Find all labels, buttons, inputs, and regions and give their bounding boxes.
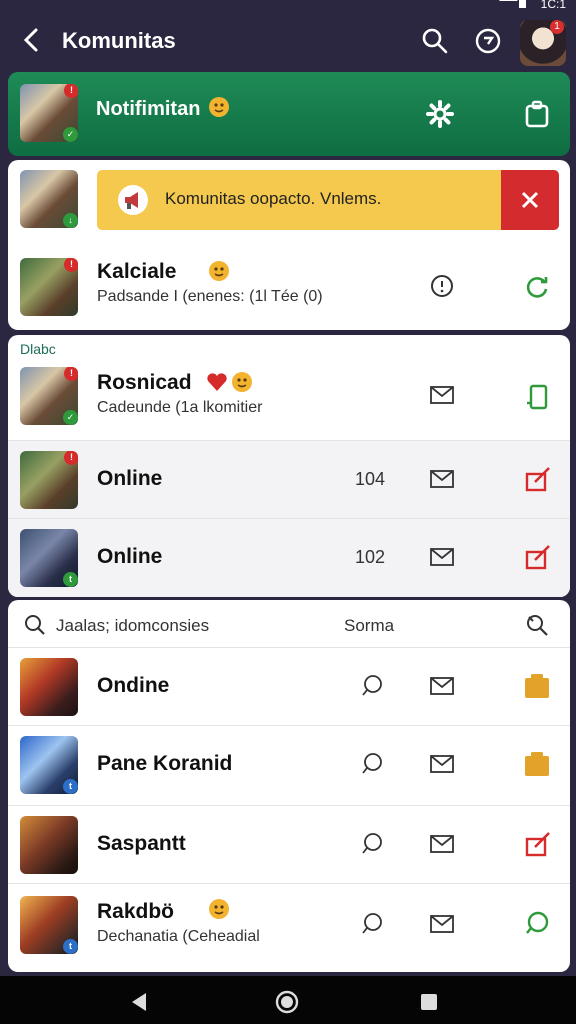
sort-label[interactable]: Sorma [344, 616, 394, 636]
chat-bubble-icon[interactable] [360, 912, 384, 936]
status-time: 1C:1 [540, 0, 566, 11]
chat-bubble-icon[interactable] [360, 674, 384, 698]
nav-recents-icon[interactable] [420, 993, 438, 1011]
chat-bubble-icon[interactable] [360, 752, 384, 776]
green-badge: ✓ [63, 127, 78, 142]
green-badge: ✓ [63, 410, 78, 425]
alert-banner[interactable]: Komunitas oopacto. Vnlems. [97, 170, 559, 230]
red-badge: ! [64, 258, 78, 272]
close-icon [521, 191, 539, 209]
mail-icon[interactable] [430, 754, 454, 774]
blue-badge: t [63, 939, 78, 954]
notification-card[interactable]: ! ✓ Notifimitan [8, 72, 570, 156]
edit-icon[interactable] [524, 465, 552, 493]
mail-icon[interactable] [430, 914, 454, 934]
list-item[interactable]: Ondine [8, 648, 570, 726]
mail-icon[interactable] [430, 385, 454, 405]
member-count: 104 [355, 469, 386, 489]
member-avatar: ! [20, 451, 78, 509]
member-avatar: ! [20, 258, 78, 316]
folder-icon[interactable] [524, 672, 550, 700]
banner-text: Komunitas oopacto. Vnlems. [165, 189, 382, 208]
community-name: Saspantt [97, 832, 186, 855]
message-icon[interactable] [524, 910, 550, 936]
member-name: Online [97, 545, 163, 568]
green-badge: t [63, 572, 78, 587]
community-name: Rakdbö [97, 900, 175, 923]
battery-icon [519, 0, 526, 8]
nav-back-icon[interactable] [130, 992, 148, 1012]
community-avatar: t [20, 896, 78, 954]
emoji-icon [208, 898, 230, 920]
chat-bubble-icon[interactable] [360, 832, 384, 856]
emoji-icon [208, 96, 230, 118]
heart-icon [206, 371, 254, 393]
community-avatar [20, 816, 78, 874]
page-title: Komunitas [62, 28, 176, 53]
community-sub: Dechanatia (Ceheadial [97, 928, 260, 945]
search-input[interactable]: Jaalas; idomconsies [56, 616, 209, 636]
search-settings-icon[interactable] [524, 612, 550, 638]
online-card: Dlabc ! ✓ Rosnicad Cadeunde (1a lkomitie… [8, 335, 570, 597]
mail-icon[interactable] [430, 547, 454, 567]
red-badge: ! [64, 367, 78, 381]
nav-home-icon[interactable] [275, 990, 299, 1014]
list-item[interactable]: t Online 102 [8, 519, 570, 597]
alert-avatar: ↓ [20, 170, 78, 228]
red-badge: ! [64, 84, 78, 98]
red-badge: ! [64, 451, 78, 465]
gear-icon[interactable] [426, 100, 454, 128]
notification-title: Notifimitan [96, 98, 201, 120]
folder-icon[interactable] [524, 750, 550, 778]
community-avatar: t [20, 736, 78, 794]
search-icon[interactable] [420, 26, 450, 56]
search-icon[interactable] [24, 614, 46, 636]
profile-avatar[interactable]: 1 [520, 20, 566, 66]
section-label: Dlabc [20, 341, 56, 357]
phone-icon[interactable] [524, 383, 552, 411]
search-row[interactable]: Jaalas; idomconsies Sorma [8, 600, 570, 648]
status-bar: 1C:1 [0, 0, 576, 14]
community-name: Ondine [97, 674, 170, 697]
emoji-icon [208, 260, 230, 282]
back-arrow-icon[interactable] [18, 26, 46, 54]
close-button[interactable] [501, 170, 559, 230]
signal-icon [495, 0, 519, 8]
mail-icon[interactable] [430, 469, 454, 489]
system-nav-bar [0, 976, 576, 1024]
member-avatar: t [20, 529, 78, 587]
community-name: Pane Koranid [97, 752, 233, 775]
blue-badge: t [63, 779, 78, 794]
list-item[interactable]: ! ✓ Rosnicad Cadeunde (1a lkomitier [8, 357, 570, 441]
clipboard-icon[interactable] [523, 100, 551, 128]
member-sub: Padsande I (enenes: (1l Tée (0) [97, 288, 323, 305]
edit-icon[interactable] [524, 543, 552, 571]
refresh-icon[interactable] [524, 274, 550, 300]
info-icon[interactable] [430, 274, 454, 298]
list-item[interactable]: t Rakdbö Dechanatia (Ceheadial [8, 884, 570, 972]
list-item[interactable]: ! Online 104 [8, 441, 570, 519]
mail-icon[interactable] [430, 676, 454, 696]
list-item[interactable]: ! Kalciale Padsande I (enenes: (1l Tée (… [8, 240, 570, 330]
list-item[interactable]: Saspantt [8, 806, 570, 884]
member-name: Online [97, 467, 163, 490]
alert-card: ↓ Komunitas oopacto. Vnlems. ! Kalciale … [8, 160, 570, 330]
avatar-badge: 1 [550, 20, 564, 34]
member-avatar: ! ✓ [20, 367, 78, 425]
mail-icon[interactable] [430, 834, 454, 854]
member-name: Rosnicad [97, 371, 192, 394]
app-header: Komunitas 1 [0, 14, 576, 70]
list-item[interactable]: t Pane Koranid [8, 726, 570, 806]
community-avatar [20, 658, 78, 716]
community-card: Jaalas; idomconsies Sorma Ondine t Pane … [8, 600, 570, 972]
edit-icon[interactable] [524, 830, 552, 858]
member-count: 102 [355, 547, 386, 567]
green-badge: ↓ [63, 213, 78, 228]
notification-avatar: ! ✓ [20, 84, 78, 142]
chat-icon[interactable] [473, 26, 503, 56]
megaphone-icon [117, 184, 149, 216]
member-name: Kalciale [97, 260, 177, 283]
member-sub: Cadeunde (1a lkomitier [97, 399, 263, 416]
